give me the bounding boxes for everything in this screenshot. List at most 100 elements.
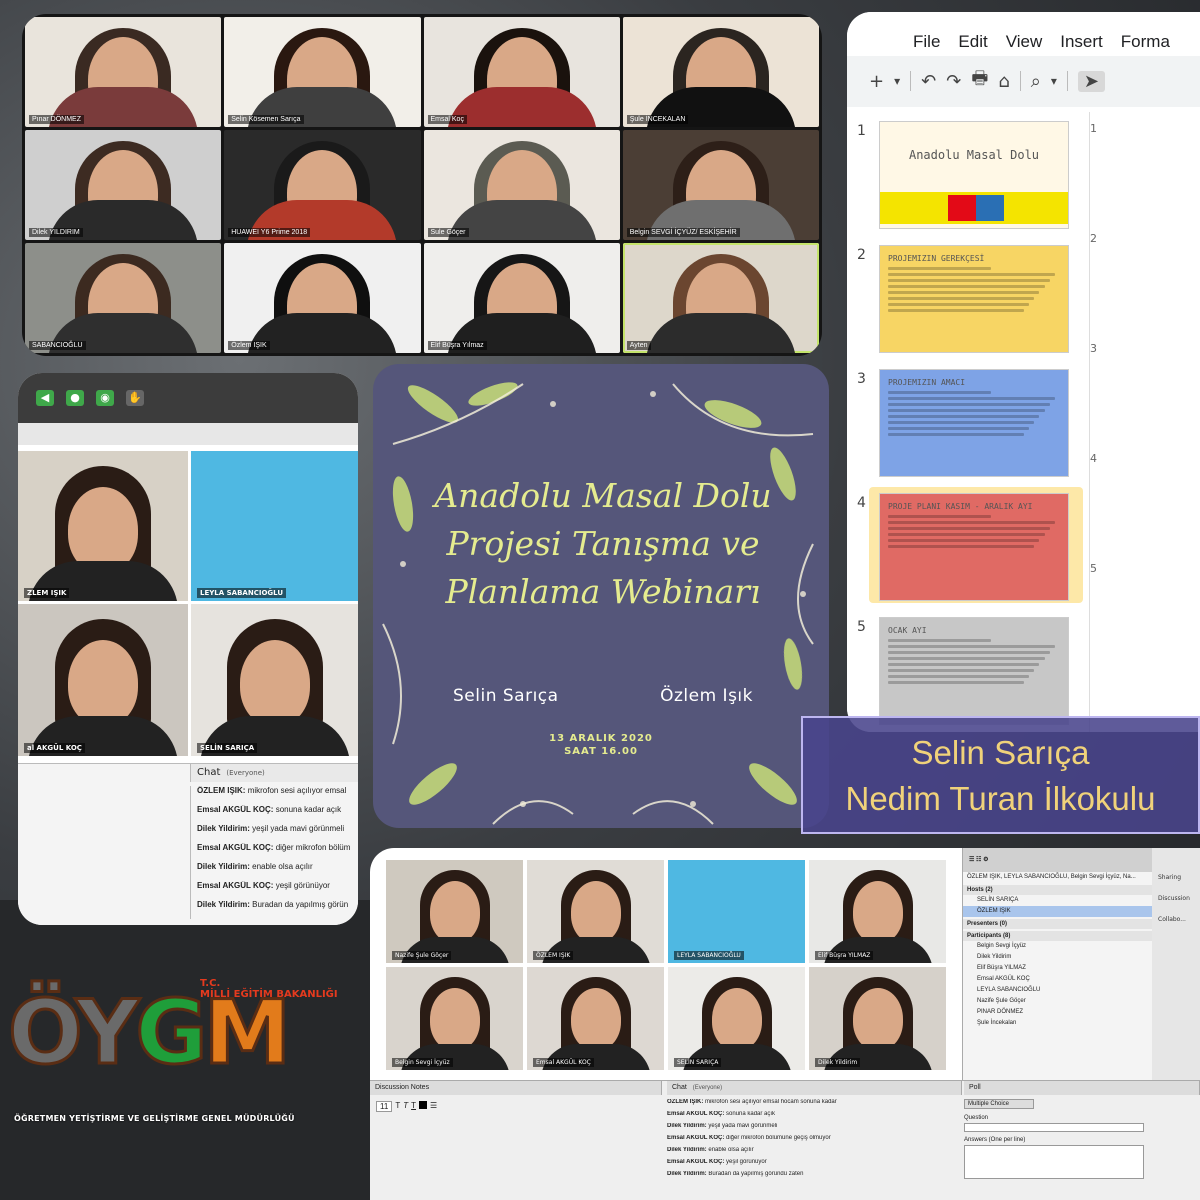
chat-scope: (Everyone) bbox=[692, 1085, 723, 1091]
text-line bbox=[888, 675, 1030, 678]
layout-discussion[interactable]: Discussion bbox=[1158, 895, 1200, 902]
italic-text-icon[interactable]: T bbox=[403, 1101, 408, 1112]
participant-video-tile[interactable]: Belgin SEVGİ İÇYÜZ/ ESKİŞEHİR bbox=[622, 130, 819, 240]
attendee-view-controls[interactable]: ☰ ☷ ⚙ bbox=[963, 848, 1152, 872]
participant-video-tile[interactable]: Şule İNCEKALAN bbox=[622, 17, 819, 127]
menu-format[interactable]: Forma bbox=[1121, 32, 1170, 56]
answers-input[interactable] bbox=[964, 1145, 1144, 1179]
participant-video[interactable]: Emsal AKGÜL KOÇ bbox=[527, 967, 664, 1070]
redo-icon[interactable]: ↷ bbox=[946, 71, 961, 92]
text-line bbox=[888, 645, 1055, 648]
participant-video-tile[interactable]: SABANCIOĞLU bbox=[25, 243, 222, 353]
raise-hand-icon[interactable]: ✋ bbox=[126, 390, 144, 406]
participant-video[interactable]: Elif Büşra YILMAZ bbox=[809, 860, 946, 963]
participant-video[interactable]: SELİN SARIÇA bbox=[668, 967, 805, 1070]
text-line bbox=[888, 267, 992, 270]
participant-row[interactable]: Belgin Sevgi İçyüz bbox=[963, 941, 1152, 952]
speaker-icon[interactable]: ◀ bbox=[36, 390, 54, 406]
participant-face bbox=[852, 880, 903, 943]
layout-sharing[interactable]: Sharing bbox=[1158, 874, 1200, 881]
participant-body bbox=[247, 313, 398, 353]
participant-video-tile[interactable]: Selin Kösemen Sarıça bbox=[224, 17, 421, 127]
text-color-icon[interactable] bbox=[418, 1101, 427, 1109]
chat-text: diğer mikrofon bölümüne geçiş olmuyor bbox=[726, 1135, 831, 1141]
logo-letter: Y bbox=[74, 980, 141, 1086]
participant-video-tile[interactable]: Pınar DÖNMEZ bbox=[25, 17, 222, 127]
attendee-summary: ÖZLEM IŞIK, LEYLA SABANCIOĞLU, Belgin Se… bbox=[967, 874, 1136, 880]
slide-number: 4 bbox=[857, 495, 866, 511]
participant-video[interactable]: Nazife Şule Göçer bbox=[386, 860, 523, 963]
layout-collaboration[interactable]: Collabo... bbox=[1158, 916, 1200, 923]
participant-row[interactable]: Elif Büşra YILMAZ bbox=[963, 963, 1152, 974]
participant-video-tile[interactable]: Sule Göçer bbox=[423, 130, 620, 240]
participant-video-tile[interactable]: HUAWEI Y6 Prime 2018 bbox=[224, 130, 421, 240]
participants-group[interactable]: Participants (8) bbox=[963, 931, 1152, 941]
participant-video[interactable]: ÖZLEM IŞIK bbox=[527, 860, 664, 963]
participant-row[interactable]: LEYLA SABANCIOĞLU bbox=[963, 985, 1152, 996]
chevron-down-icon[interactable]: ▾ bbox=[1051, 74, 1057, 88]
chat-message: Emsal AKGÜL KOÇ: sonuna kadar açık bbox=[667, 1111, 962, 1123]
underline-text-icon[interactable]: T bbox=[411, 1101, 416, 1112]
participant-video[interactable]: LEYLA SABANCIOĞLU bbox=[668, 860, 805, 963]
camera-icon[interactable]: ◉ bbox=[96, 390, 114, 406]
participant-video-tile[interactable]: Dilek YILDIRIM bbox=[25, 130, 222, 240]
slide-thumbnail[interactable]: PROJEMIZIN GEREKÇESİ bbox=[879, 245, 1069, 353]
host-row[interactable]: SELİN SARIÇA bbox=[963, 895, 1152, 906]
chat-text: enable olsa açılır bbox=[252, 862, 313, 871]
text-line bbox=[888, 681, 1024, 684]
participant-video-tile[interactable]: Özlem IŞIK bbox=[224, 243, 421, 353]
undo-icon[interactable]: ↶ bbox=[921, 71, 936, 92]
print-icon[interactable]: 🖶 bbox=[971, 66, 988, 96]
participant-video-tile[interactable]: Ayten bbox=[622, 243, 819, 353]
notes-format-toolbar: 11 TTT ☰ bbox=[376, 1101, 437, 1112]
poll-type-select[interactable]: Multiple Choice bbox=[964, 1099, 1034, 1109]
participant-row[interactable]: Emsal AKGÜL KOÇ bbox=[963, 974, 1152, 985]
menu-edit[interactable]: Edit bbox=[958, 32, 987, 56]
name-badge: Selin Sarıça Nedim Turan İlkokulu bbox=[801, 716, 1200, 834]
participant-row[interactable]: Dilek Yildirim bbox=[963, 952, 1152, 963]
participant-name: LEYLA SABANCIOĞLU bbox=[674, 951, 744, 960]
slide-thumbnail[interactable]: PROJEMIZIN AMACI bbox=[879, 369, 1069, 477]
vertical-ruler: 1 2 3 4 5 bbox=[1089, 112, 1103, 732]
presenters-group[interactable]: Presenters (0) bbox=[963, 919, 1152, 929]
microphone-icon[interactable]: ● bbox=[66, 390, 84, 406]
new-slide-icon[interactable]: + bbox=[869, 71, 884, 92]
participant-row[interactable]: Şule İncekalan bbox=[963, 1018, 1152, 1029]
font-size-select[interactable]: 11 bbox=[376, 1101, 393, 1112]
participant-face bbox=[68, 640, 138, 727]
hosts-group[interactable]: Hosts (2) bbox=[963, 885, 1152, 895]
chevron-down-icon[interactable]: ▾ bbox=[894, 74, 900, 88]
menu-file[interactable]: File bbox=[913, 32, 940, 56]
participant-video[interactable]: al AKGÜL KOÇ bbox=[18, 604, 188, 756]
text-line bbox=[888, 545, 1035, 548]
chat-text: Buradan da yapılmış görün bbox=[252, 900, 349, 909]
bullet-list-icon[interactable]: ☰ bbox=[430, 1101, 437, 1112]
participant-video-tile[interactable]: Elif Büşra Yılmaz bbox=[423, 243, 620, 353]
chat-text: sonuna kadar açık bbox=[275, 805, 342, 814]
slide-thumbnail[interactable]: Anadolu Masal Dolu bbox=[879, 121, 1069, 229]
paint-format-icon[interactable]: ⌂ bbox=[998, 71, 1009, 92]
participant-video[interactable]: LEYLA SABANCIOĞLU bbox=[191, 451, 358, 601]
participant-row[interactable]: Nazife Şule Göçer bbox=[963, 996, 1152, 1007]
slides-menu-bar: File Edit View Insert Forma bbox=[847, 12, 1200, 56]
logo-letter: M bbox=[202, 980, 293, 1086]
host-row[interactable]: ÖZLEM IŞIK bbox=[963, 906, 1152, 917]
poster-title-line: Projesi Tanışma ve bbox=[446, 524, 760, 563]
select-cursor-icon[interactable]: ➤ bbox=[1077, 70, 1105, 92]
participant-row[interactable]: PINAR DÖNMEZ bbox=[963, 1007, 1152, 1018]
chat-author: Dilek Yildirim: bbox=[667, 1123, 707, 1129]
participant-video[interactable]: Belgin Sevgi İçyüz bbox=[386, 967, 523, 1070]
participant-video[interactable]: Dilek Yildirim bbox=[809, 967, 946, 1070]
slide-thumbnail[interactable]: OCAK AYI bbox=[879, 617, 1069, 725]
menu-insert[interactable]: Insert bbox=[1060, 32, 1103, 56]
participant-video-tile[interactable]: Emsal Koç bbox=[423, 17, 620, 127]
bold-text-icon[interactable]: T bbox=[395, 1101, 400, 1112]
participant-video[interactable]: ZLEM IŞIK bbox=[18, 451, 188, 601]
slide-thumbnail[interactable]: PROJE PLANI KASIM - ARALIK AYI bbox=[879, 493, 1069, 601]
text-line bbox=[888, 397, 1055, 400]
participant-video[interactable]: SELİN SARIÇA bbox=[191, 604, 358, 756]
participant-name: Şule İNCEKALAN bbox=[626, 115, 689, 124]
question-input[interactable] bbox=[964, 1123, 1144, 1132]
menu-view[interactable]: View bbox=[1006, 32, 1043, 56]
zoom-icon[interactable]: ⌕ bbox=[1031, 71, 1041, 92]
